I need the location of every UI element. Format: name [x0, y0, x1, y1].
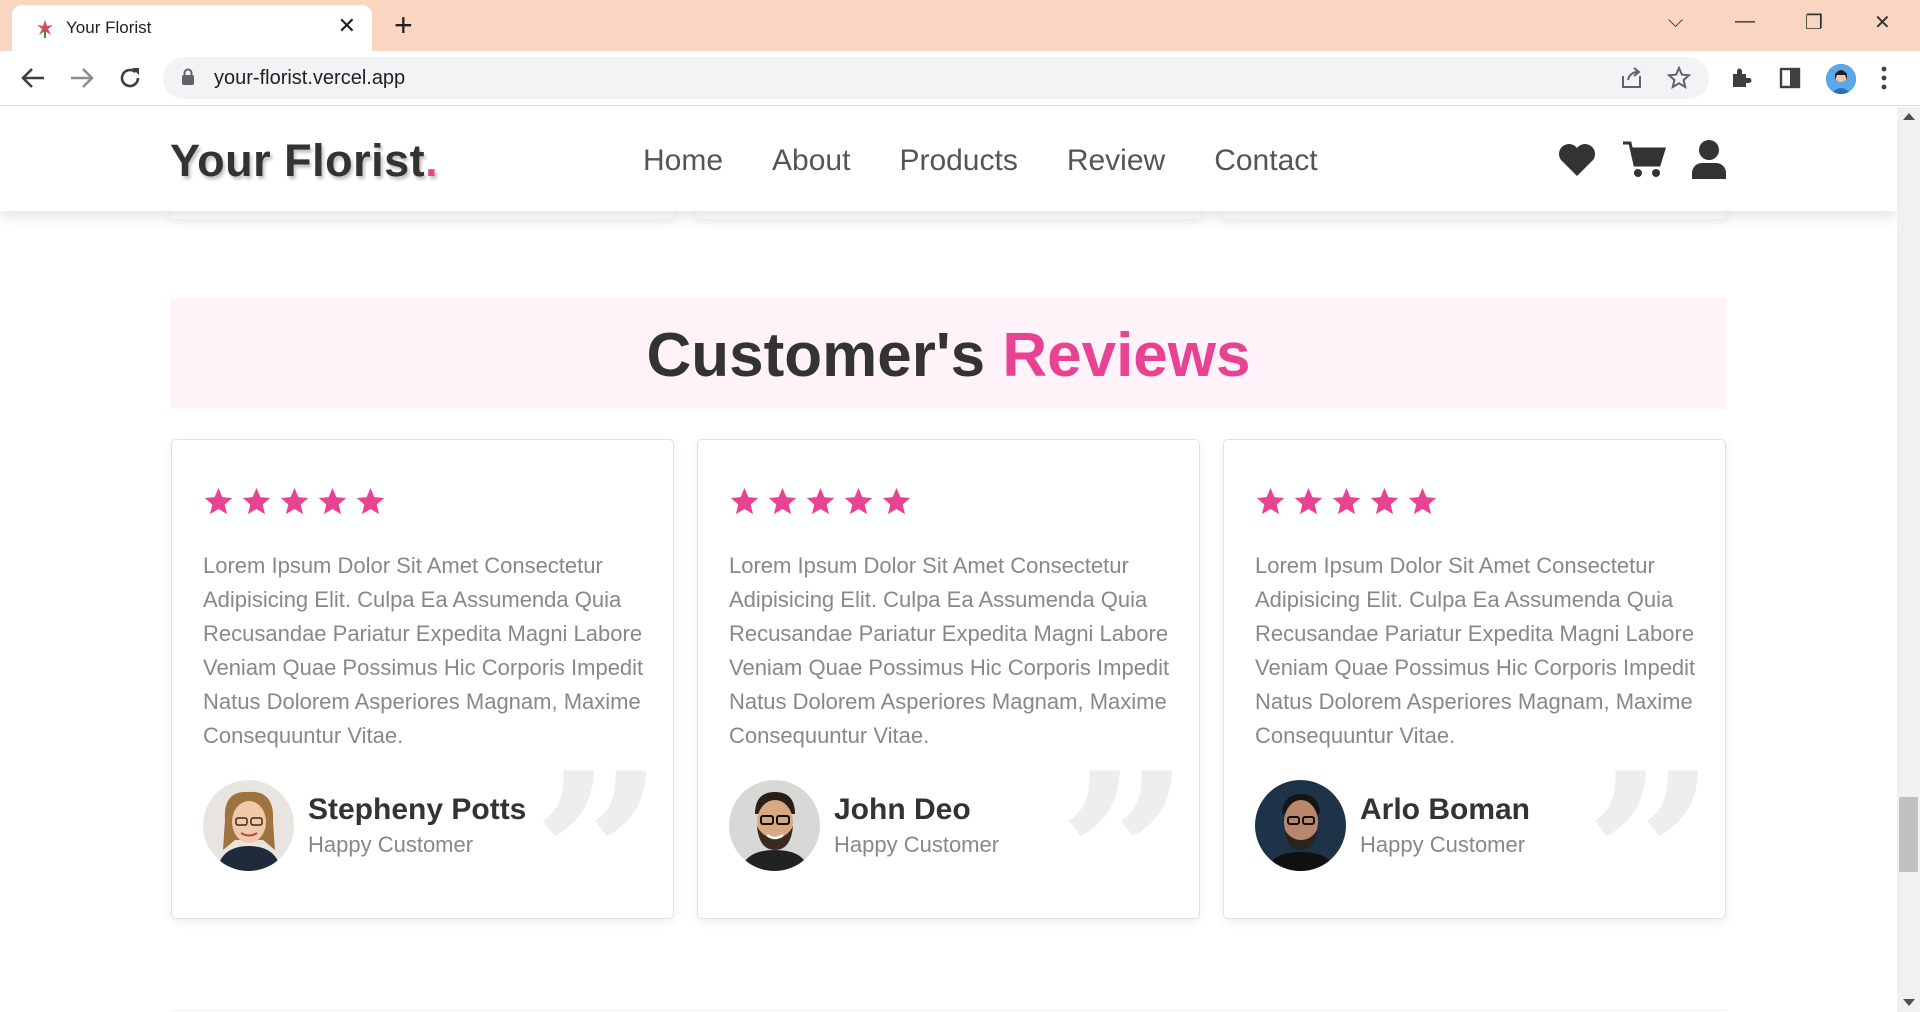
star-icon [279, 486, 310, 522]
scroll-down-arrow-icon[interactable] [1903, 999, 1915, 1006]
avatar [729, 780, 820, 871]
menu-kebab-icon[interactable] [1879, 65, 1889, 91]
star-icon [1369, 486, 1400, 522]
quote-icon: ” [532, 723, 665, 993]
star-rating [203, 486, 386, 522]
review-card: Lorem Ipsum Dolor Sit Amet Consectetur A… [1223, 439, 1726, 973]
reload-icon[interactable] [117, 65, 143, 91]
tab-search-icon[interactable]: ⌵ [1668, 10, 1683, 33]
nav-contact[interactable]: Contact [1214, 144, 1317, 178]
main-nav: Home About Products Review Contact [643, 144, 1318, 178]
nav-review[interactable]: Review [1067, 144, 1165, 178]
bookmark-star-icon[interactable] [1667, 66, 1691, 90]
heading-main: Customer's [646, 321, 986, 390]
lock-icon[interactable] [181, 68, 195, 86]
new-tab-button[interactable]: + [394, 8, 413, 42]
review-card: Lorem Ipsum Dolor Sit Amet Consectetur A… [697, 439, 1200, 973]
star-icon [1293, 486, 1324, 522]
close-window-icon[interactable]: ✕ [1874, 10, 1891, 35]
customer-role: Happy Customer [1360, 832, 1526, 857]
tab-title: Your Florist [66, 18, 152, 37]
star-icon [729, 486, 760, 522]
quote-icon: ” [1058, 723, 1191, 993]
star-icon [767, 486, 798, 522]
url-text[interactable]: your-florist.vercel.app [214, 67, 405, 90]
star-icon [881, 486, 912, 522]
share-icon[interactable] [1620, 67, 1644, 89]
star-rating [729, 486, 912, 522]
side-panel-icon[interactable] [1779, 67, 1801, 89]
restore-icon[interactable]: ❐ [1805, 10, 1823, 35]
page-scrollbar[interactable] [1897, 107, 1920, 1012]
avatar [1255, 780, 1346, 871]
address-bar[interactable]: your-florist.vercel.app [163, 57, 1709, 99]
nav-products[interactable]: Products [899, 144, 1017, 178]
cart-icon[interactable] [1622, 140, 1666, 180]
star-icon [1255, 486, 1286, 522]
site-header: Your Florist. Home About Products Review… [0, 107, 1897, 211]
nav-home[interactable]: Home [643, 144, 723, 178]
site-logo[interactable]: Your Florist. [170, 135, 438, 187]
user-icon[interactable] [1691, 139, 1727, 179]
star-icon [805, 486, 836, 522]
section-heading: Customer's Reviews [171, 320, 1726, 391]
star-icon [1331, 486, 1362, 522]
nav-about[interactable]: About [772, 144, 850, 178]
star-icon [355, 486, 386, 522]
scrollbar-thumb[interactable] [1899, 797, 1918, 872]
tab-close-icon[interactable]: ✕ [338, 14, 356, 38]
forward-icon[interactable] [69, 67, 95, 89]
browser-toolbar: your-florist.vercel.app [0, 51, 1920, 106]
minimize-icon[interactable]: — [1735, 10, 1755, 33]
review-card: Lorem Ipsum Dolor Sit Amet Consectetur A… [171, 439, 674, 973]
profile-avatar[interactable] [1826, 64, 1856, 94]
customer-name: Arlo Boman [1360, 793, 1531, 826]
star-icon [1407, 486, 1438, 522]
back-icon[interactable] [20, 67, 46, 89]
page-viewport: Your Florist. Home About Products Review… [0, 107, 1897, 1012]
star-icon [843, 486, 874, 522]
quote-icon: ” [1584, 723, 1717, 993]
section-divider [171, 1010, 1726, 1011]
customer-name: John Deo [834, 793, 971, 826]
section-heading-band: Customer's Reviews [171, 298, 1726, 409]
heading-accent: Reviews [1002, 321, 1251, 390]
flower-favicon-icon [37, 20, 53, 38]
star-icon [203, 486, 234, 522]
customer-name: Stepheny Potts [308, 793, 527, 826]
star-rating [1255, 486, 1438, 522]
extensions-icon[interactable] [1729, 66, 1753, 90]
logo-dot: . [425, 135, 439, 186]
logo-text: Your Florist [170, 135, 426, 186]
customer-role: Happy Customer [834, 832, 1000, 857]
browser-tab-strip: Your Florist ✕ + ⌵ — ❐ ✕ [0, 0, 1920, 51]
customer-role: Happy Customer [308, 832, 474, 857]
scroll-up-arrow-icon[interactable] [1903, 113, 1915, 120]
heart-icon[interactable] [1557, 142, 1597, 178]
star-icon [241, 486, 272, 522]
avatar [203, 780, 294, 871]
star-icon [317, 486, 348, 522]
browser-tab[interactable]: Your Florist ✕ [12, 5, 372, 51]
